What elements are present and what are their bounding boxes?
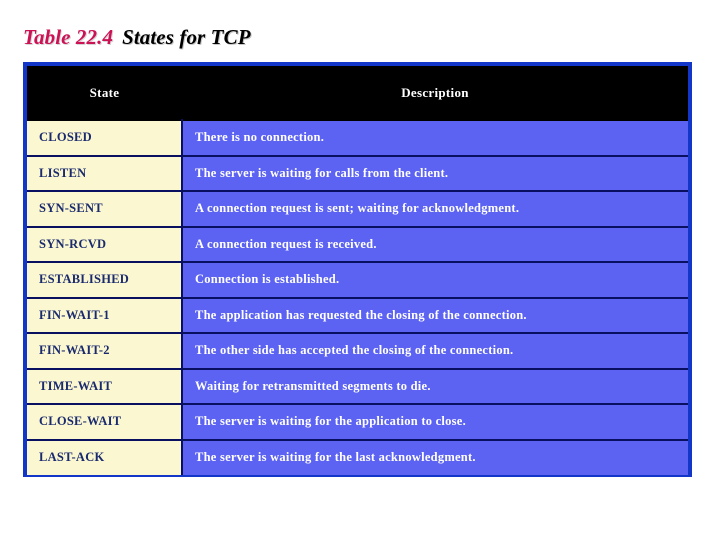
cell-description: A connection request is received. [182,225,688,262]
column-header-description: Description [182,66,688,120]
cell-state: SYN-RCVD [27,225,183,262]
cell-state: LAST-ACK [27,438,183,475]
tcp-states-table: State Description CLOSED There is no conn… [27,66,688,475]
cell-state: FIN-WAIT-2 [27,332,183,369]
table-number-label: Table 22.4 [23,25,114,49]
table-row: SYN-SENT A connection request is sent; wa… [27,190,688,227]
table-row: FIN-WAIT-2 The other side has accepted th… [27,332,688,369]
column-header-state: State [27,66,182,120]
cell-description: Waiting for retransmitted segments to di… [182,367,688,404]
page-title: Table 22.4 States for TCP [23,23,683,53]
cell-description: Connection is established. [182,261,688,298]
cell-state: SYN-SENT [27,190,183,227]
table-title-text: States for TCP [122,25,251,49]
cell-description: The server is waiting for the applicatio… [182,403,688,440]
cell-description: There is no connection. [182,119,688,156]
table-row: LAST-ACK The server is waiting for the la… [27,438,688,475]
cell-state: TIME-WAIT [27,367,183,404]
tcp-states-table-frame: State Description CLOSED There is no conn… [23,62,692,477]
slide-canvas: Table 22.4 States for TCP State Descripti… [0,0,720,540]
cell-state: LISTEN [27,154,183,191]
table-row: SYN-RCVD A connection request is received… [27,225,688,262]
cell-description: The application has requested the closin… [182,296,688,333]
cell-description: The server is waiting for calls from the… [182,154,688,191]
table-row: LISTEN The server is waiting for calls fr… [27,154,688,191]
cell-description: A connection request is sent; waiting fo… [182,190,688,227]
table-header: State Description [27,66,688,120]
cell-description: The server is waiting for the last ackno… [182,438,688,475]
table-row: CLOSE-WAIT The server is waiting for the … [27,403,688,440]
table-row: TIME-WAIT Waiting for retransmitted segme… [27,367,688,404]
table-header-row: State Description [27,66,688,120]
cell-state: CLOSED [27,119,183,156]
table-row: FIN-WAIT-1 The application has requested … [27,296,688,333]
cell-state: CLOSE-WAIT [27,403,183,440]
table-row: CLOSED There is no connection. [27,119,688,156]
cell-description: The other side has accepted the closing … [182,332,688,369]
table-body: CLOSED There is no connection. LISTEN The s… [27,119,688,475]
table-row: ESTABLISHED Connection is established. [27,261,688,298]
cell-state: FIN-WAIT-1 [27,296,183,333]
cell-state: ESTABLISHED [27,261,183,298]
